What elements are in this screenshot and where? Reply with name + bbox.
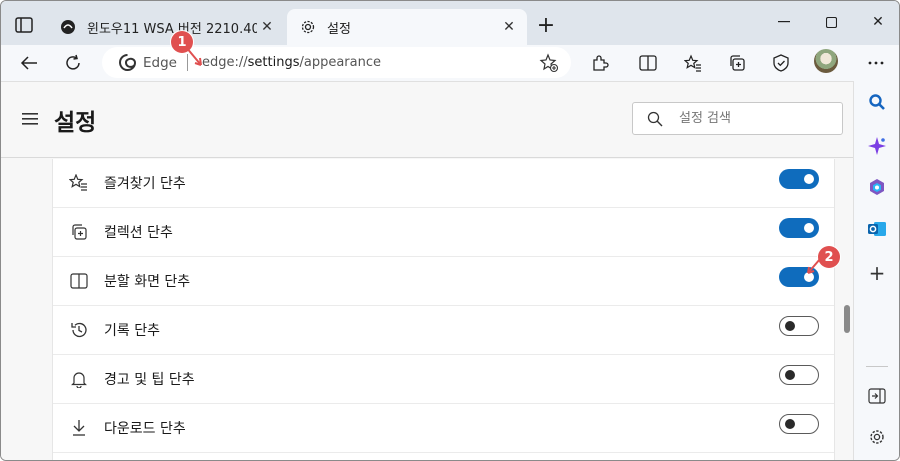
profile-avatar[interactable]: [814, 49, 838, 73]
settings-page: 설정 즐겨찾기 단추 컬렉션 단추: [1, 81, 853, 460]
edge-logo-icon: [118, 54, 136, 72]
annotation-arrow-1: [185, 46, 202, 66]
browser-essentials-icon[interactable]: [767, 49, 795, 77]
tab-settings[interactable]: 설정 ✕: [287, 9, 527, 45]
download-icon: [69, 418, 89, 438]
site-favicon-icon: [59, 18, 77, 36]
close-tab-icon[interactable]: ✕: [499, 17, 519, 37]
alerts-toggle[interactable]: [779, 365, 819, 385]
address-bar[interactable]: Edge edge://settings/appearance: [102, 47, 571, 78]
split-screen-icon[interactable]: [634, 49, 662, 77]
scrollbar-thumb[interactable]: [844, 305, 850, 333]
bell-icon: [69, 369, 89, 389]
collections-toggle[interactable]: [779, 218, 819, 238]
browser-window: 윈도우11 WSA 버전 2210.40000.7.0 ✕ 설정 ✕ + ✕: [0, 0, 900, 461]
tab-wsa[interactable]: 윈도우11 WSA 버전 2210.40000.7.0 ✕: [49, 9, 285, 45]
tab-actions-icon[interactable]: [11, 13, 37, 37]
row-label: 컬렉션 단추: [104, 225, 173, 241]
minimize-button[interactable]: [769, 9, 799, 35]
settings-search[interactable]: [632, 102, 843, 135]
favorites-toggle[interactable]: [779, 169, 819, 189]
favorites-icon: [69, 173, 89, 193]
list-item-split-screen: 분할 화면 단추: [53, 257, 834, 306]
close-window-button[interactable]: ✕: [863, 9, 893, 35]
list-item-favorites: 즐겨찾기 단추: [53, 159, 834, 208]
page-title: 설정: [54, 110, 97, 136]
tab-title: 설정: [327, 21, 351, 37]
tab-bar: 윈도우11 WSA 버전 2210.40000.7.0 ✕ 설정 ✕ + ✕: [1, 1, 899, 45]
edge-sidebar: +: [853, 81, 899, 460]
row-label: 즐겨찾기 단추: [104, 176, 186, 192]
menu-icon[interactable]: [22, 111, 40, 127]
history-toggle[interactable]: [779, 316, 819, 336]
add-favorite-icon[interactable]: [539, 53, 559, 73]
row-label: 경고 및 팁 단추: [104, 372, 195, 388]
row-label: 다운로드 단추: [104, 421, 186, 437]
more-options-icon[interactable]: [862, 49, 890, 77]
row-label: 기록 단추: [104, 323, 160, 339]
extensions-icon[interactable]: [586, 49, 614, 77]
copilot-sparkle-icon[interactable]: [866, 135, 888, 157]
list-item-alerts: 경고 및 팁 단추: [53, 355, 834, 404]
search-icon[interactable]: [866, 91, 888, 113]
collections-icon: [69, 222, 89, 242]
downloads-toggle[interactable]: [779, 414, 819, 434]
maximize-button[interactable]: [816, 9, 846, 35]
settings-header: 설정: [1, 82, 853, 158]
outlook-icon[interactable]: [866, 218, 888, 240]
row-label: 분할 화면 단추: [104, 274, 191, 290]
url-text[interactable]: edge://settings/appearance: [202, 55, 381, 70]
history-icon: [69, 320, 89, 340]
tab-title: 윈도우11 WSA 버전 2210.40000.7.0: [87, 21, 257, 37]
back-button[interactable]: [15, 49, 43, 77]
list-item-downloads: 다운로드 단추: [53, 404, 834, 453]
refresh-button[interactable]: [59, 49, 87, 77]
microsoft365-icon[interactable]: [866, 176, 888, 198]
sidebar-settings-gear-icon[interactable]: [866, 426, 888, 448]
annotation-arrow-2: [807, 258, 821, 274]
site-label: Edge: [143, 54, 177, 71]
search-icon: [647, 111, 663, 127]
split-screen-icon: [69, 271, 89, 291]
list-item-collections: 컬렉션 단추: [53, 208, 834, 257]
toolbar-buttons-list: 즐겨찾기 단추 컬렉션 단추 분할 화면 단추 기록 단추 경고 및 팁 단추 …: [52, 159, 835, 460]
close-tab-icon[interactable]: ✕: [257, 17, 277, 37]
hide-sidebar-icon[interactable]: [866, 385, 888, 407]
add-sidebar-app-icon[interactable]: +: [866, 261, 888, 285]
new-tab-button[interactable]: +: [534, 13, 558, 38]
search-input[interactable]: [679, 111, 829, 126]
collections-icon[interactable]: [723, 49, 751, 77]
toolbar: Edge edge://settings/appearance: [1, 45, 899, 81]
gear-icon: [299, 18, 317, 36]
list-item-history: 기록 단추: [53, 306, 834, 355]
sidebar-divider: [866, 366, 888, 367]
favorites-icon[interactable]: [679, 49, 707, 77]
